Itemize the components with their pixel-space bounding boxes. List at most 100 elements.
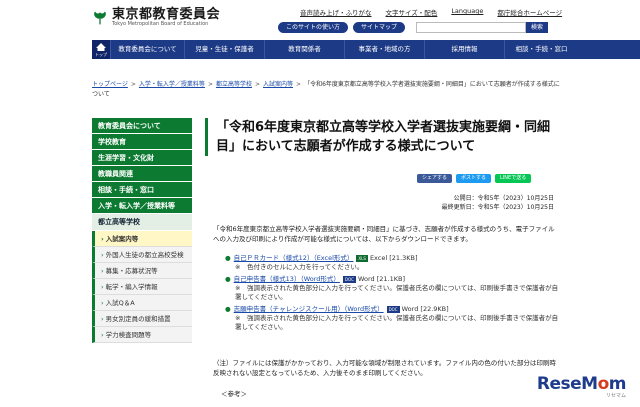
bullet-icon: ● [225, 305, 231, 313]
gnav-item-consult[interactable]: 相談・手続・窓口 [504, 40, 578, 59]
watermark-logo: ReseMom [536, 374, 627, 394]
breadcrumb-link-high-school[interactable]: 都立高等学校 [216, 81, 252, 88]
page-title: 「令和6年度東京都立高等学校入学者選抜実施要綱・同細目」において志願者が作成する… [205, 118, 560, 156]
line-share-button[interactable]: LINEで送る [495, 174, 532, 183]
site-logo[interactable]: 東京都教育委員会 Tokyo Metropolitan Board of Edu… [92, 8, 220, 28]
facebook-share-button[interactable]: シェアする [417, 174, 453, 183]
download-link-challenge-school[interactable]: 志願申告書（チャレンジスクール用）（Word形式） [234, 305, 384, 313]
site-header: 東京都教育委員会 Tokyo Metropolitan Board of Edu… [0, 0, 640, 40]
updated-date: 最終更新日：令和5年（2023）10月25日 [441, 204, 554, 211]
reference-heading: ＜参考＞ [221, 390, 247, 398]
main-content: 「令和6年度東京都立高等学校入学者選抜実施要綱・同細目」において志願者が作成する… [205, 118, 560, 398]
global-nav-items: 教育委員会について 児童・生徒・保護者 教育関係者 事業者・地域の方 採用情報 … [110, 40, 578, 59]
sidebar-subitem-label: 募集・応募状況等 [105, 267, 158, 275]
caret-right-icon: › [101, 251, 104, 259]
breadcrumb-link-exam-guide[interactable]: 入試案内等 [263, 81, 293, 88]
sidebar-subitem-label: 外国人生徒の都立高校受検 [105, 251, 184, 259]
download-file-list: ● 自己ＰＲカード（様式12）（Excel形式） XLS Excel [21.3KB]… [225, 254, 561, 335]
breadcrumb: トップページ > 入学・転入学／授業料等 > 都立高等学校 > 入試案内等 > 「令和6年度東京… [92, 80, 562, 100]
published-date: 公開日：令和5年（2023）10月25日 [453, 195, 554, 202]
caret-right-icon: › [101, 267, 104, 275]
caret-right-icon: › [101, 315, 104, 323]
search-button[interactable]: 検索 [526, 22, 548, 33]
page-dates: 公開日：令和5年（2023）10月25日 最終更新日：令和5年（2023）10月… [442, 194, 554, 212]
bullet-icon: ● [225, 275, 231, 283]
gnav-item-business[interactable]: 事業者・地域の方 [344, 40, 424, 59]
util-link-language[interactable]: Language [451, 7, 483, 17]
sidebar-subitem-exam-questions[interactable]: › 学力検査問題等 [92, 327, 192, 343]
download-link-self-report[interactable]: 自己申告書（様式13）（Word形式） [234, 275, 340, 283]
watermark-o: o [597, 374, 610, 394]
x-post-button[interactable]: ポストする [456, 174, 492, 183]
sidebar-subitem-foreign-students[interactable]: › 外国人生徒の都立高校受検 [92, 247, 192, 263]
sidebar-subitem-application-status[interactable]: › 募集・応募状況等 [92, 263, 192, 279]
home-nav-label: トップ [95, 52, 107, 57]
caret-right-icon: › [101, 299, 104, 307]
sidebar: 教育委員会について 学校教育 生涯学習・文化財 教職員関連 相談・手続・窓口 入… [92, 118, 192, 343]
bullet-icon: ● [225, 254, 231, 262]
watermark-sub: リセマム [605, 393, 626, 399]
file-type: Word [401, 305, 419, 313]
sidebar-subitem-transfer[interactable]: › 転学・編入学情報 [92, 279, 192, 295]
caret-right-icon: › [101, 283, 104, 291]
sidebar-item-about[interactable]: 教育委員会について [92, 118, 192, 134]
watermark-suffix: m [608, 374, 627, 394]
sidebar-item-school-education[interactable]: 学校教育 [92, 134, 192, 150]
file-type: Word [357, 275, 375, 283]
sidebar-item-staff[interactable]: 教職員関連 [92, 166, 192, 182]
home-nav-button[interactable]: トップ [92, 40, 110, 59]
sidebar-subitem-label: 男女別定員の緩和措置 [105, 315, 171, 323]
caution-text: （注）ファイルには保護がかかっており、入力可能な領域が制限されています。ファイル… [213, 359, 556, 377]
breadcrumb-separator: > [130, 81, 136, 88]
sidebar-subitem-label: 入試Q＆A [105, 299, 135, 307]
breadcrumb-link-top[interactable]: トップページ [92, 81, 128, 88]
ginkgo-logo-icon [94, 11, 106, 25]
sidebar-item-consult[interactable]: 相談・手続・窓口 [92, 182, 192, 198]
watermark-prefix: ReseM [536, 374, 598, 394]
gnav-item-recruit[interactable]: 採用情報 [424, 40, 504, 59]
sidebar-item-admission[interactable]: 入学・転入学／授業料等 [92, 198, 192, 214]
sidebar-subitem-gender-quota[interactable]: › 男女別定員の緩和措置 [92, 311, 192, 327]
list-item: ● 自己申告書（様式13）（Word形式） DOC Word [21.1KB] ※ 強… [225, 275, 561, 302]
share-buttons: シェアする ポストする LINEで送る [417, 174, 532, 183]
logo-title: 東京都教育委員会 [112, 7, 221, 22]
sidebar-subitem-label: 入試案内等 [105, 235, 139, 243]
intro-text: 「令和6年度東京都立高等学校入学者選抜実施要綱・同細目」に基づき、志願者が作成す… [213, 225, 555, 243]
gnav-item-educators[interactable]: 教育関係者 [264, 40, 344, 59]
breadcrumb-link-admission[interactable]: 入学・転入学／授業料等 [139, 81, 205, 88]
file-type: Excel [369, 254, 388, 262]
file-note: ※ 強調表示された黄色部分に入力を行ってください。保護者氏名の欄については、印刷… [235, 284, 559, 301]
file-size: [22.9KB] [420, 305, 449, 313]
sidebar-subitem-label: 転学・編入学情報 [105, 283, 158, 291]
utility-buttons: このサイトの使い方 サイトマップ [278, 22, 406, 33]
caret-right-icon: › [101, 331, 104, 339]
util-link-metro-home[interactable]: 都庁総合ホームページ [497, 7, 562, 17]
gnav-item-students[interactable]: 児童・生徒・保護者 [184, 40, 264, 59]
sidebar-subitem-exam-guide[interactable]: › 入試案内等 [92, 231, 192, 247]
breadcrumb-separator: > [254, 81, 261, 88]
list-item: ● 自己ＰＲカード（様式12）（Excel形式） XLS Excel [21.3KB]… [225, 254, 561, 272]
sitemap-button[interactable]: サイトマップ [353, 22, 406, 33]
excel-file-icon: XLS [356, 254, 368, 262]
file-note: ※ 色付きのセルに入力を行ってください。 [235, 263, 364, 271]
search-input[interactable] [416, 22, 526, 33]
word-file-icon: DOC [342, 275, 356, 283]
breadcrumb-separator: > [207, 81, 213, 88]
file-size: [21.3KB] [389, 254, 418, 262]
sidebar-subitem-faq[interactable]: › 入試Q＆A [92, 295, 192, 311]
logo-subtitle: Tokyo Metropolitan Board of Education [112, 21, 209, 27]
list-item: ● 志願申告書（チャレンジスクール用）（Word形式） DOC Word [22.9K… [225, 305, 561, 332]
sidebar-subitem-label: 学力検査問題等 [105, 331, 152, 339]
file-size: [21.1KB] [376, 275, 406, 283]
download-link-pr-card[interactable]: 自己ＰＲカード（様式12）（Excel形式） [234, 254, 354, 262]
how-to-use-button[interactable]: このサイトの使い方 [278, 22, 349, 33]
utility-links: 音声読み上げ・ふりがな 文字サイズ・配色 Language 都庁総合ホームページ [300, 7, 562, 17]
caret-right-icon: › [101, 235, 104, 243]
util-link-text-size[interactable]: 文字サイズ・配色 [386, 7, 438, 17]
gnav-item-about[interactable]: 教育委員会について [110, 40, 184, 59]
sidebar-item-lifelong-learning[interactable]: 生涯学習・文化財 [92, 150, 192, 166]
breadcrumb-separator: > [296, 81, 302, 88]
util-link-speech[interactable]: 音声読み上げ・ふりがな [300, 7, 372, 17]
file-note: ※ 強調表示された黄色部分に入力を行ってください。保護者氏名の欄については、印刷… [235, 314, 559, 331]
sidebar-section-high-school[interactable]: 都立高等学校 [92, 214, 192, 231]
